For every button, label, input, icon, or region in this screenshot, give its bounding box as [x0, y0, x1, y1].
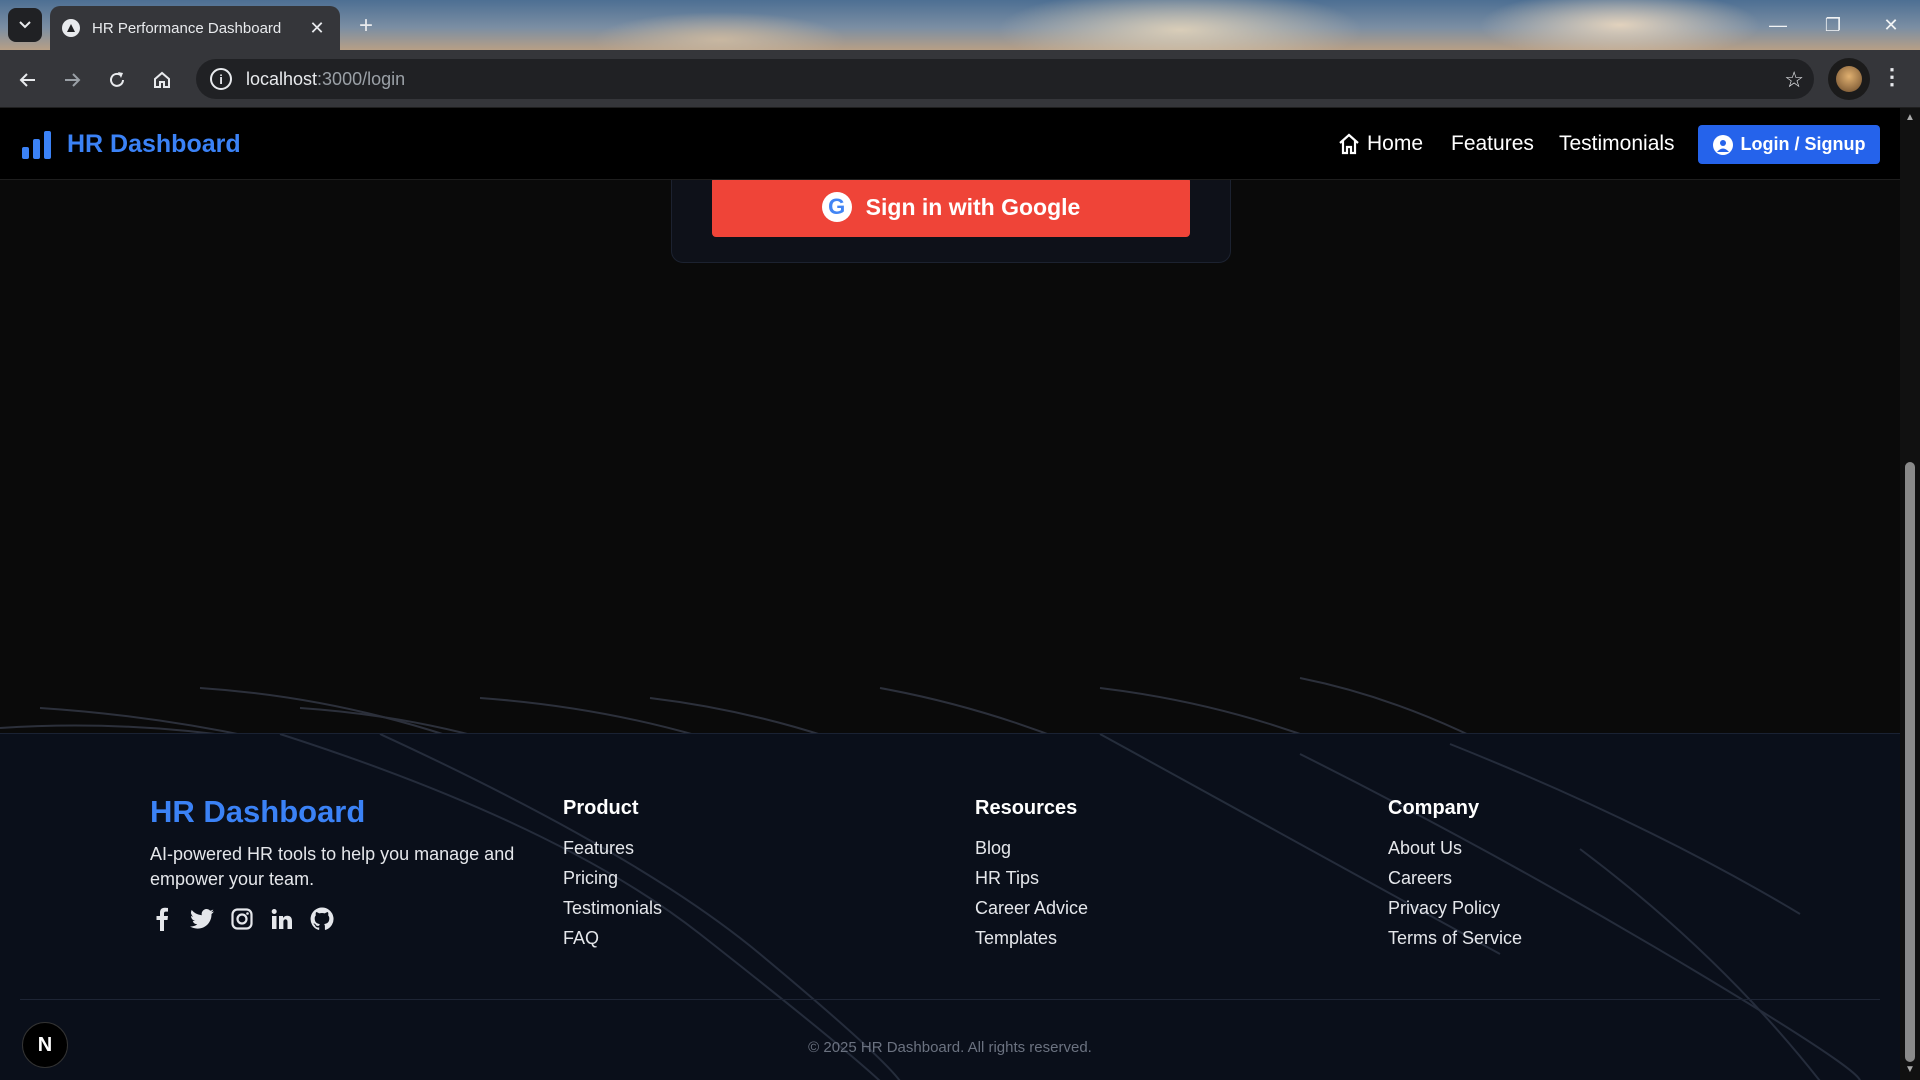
footer-link-privacy-policy[interactable]: Privacy Policy — [1388, 893, 1522, 923]
nav-link-home[interactable]: Home — [1337, 132, 1423, 156]
site-info-icon[interactable]: i — [210, 68, 232, 90]
close-window-icon[interactable]: ✕ — [1871, 10, 1911, 40]
nextjs-dev-badge[interactable]: N — [22, 1022, 68, 1068]
scrollbar-thumb[interactable] — [1905, 462, 1915, 1062]
new-tab-plus-icon[interactable]: + — [352, 12, 380, 40]
nav-link-features[interactable]: Features — [1451, 132, 1534, 156]
footer-column-title: Company — [1388, 797, 1480, 819]
footer-link-blog[interactable]: Blog — [975, 833, 1088, 863]
google-sign-in-label: Sign in with Google — [865, 193, 1081, 220]
site-navbar: HR Dashboard Home Features Testimonials … — [0, 108, 1900, 180]
reload-icon[interactable] — [101, 64, 133, 96]
page-viewport: G Sign in with Google HR Dashboard Home … — [0, 108, 1900, 1080]
navbar-brand-text: HR Dashboard — [67, 130, 241, 158]
scroll-down-arrow-icon[interactable]: ▼ — [1904, 1064, 1916, 1076]
footer-link-hr-tips[interactable]: HR Tips — [975, 863, 1088, 893]
triangle-favicon-icon — [62, 19, 80, 37]
tab-close-icon[interactable]: ✕ — [306, 18, 328, 39]
profile-avatar[interactable] — [1828, 58, 1870, 100]
site-footer: HR Dashboard AI-powered HR tools to help… — [0, 733, 1900, 1080]
footer-column-product: Product Features Pricing Testimonials FA… — [563, 797, 662, 953]
footer-link-features[interactable]: Features — [563, 833, 662, 863]
footer-column-resources: Resources Blog HR Tips Career Advice Tem… — [975, 797, 1088, 953]
footer-link-pricing[interactable]: Pricing — [563, 863, 662, 893]
home-icon — [1339, 133, 1359, 155]
page-scrollbar[interactable]: ▲ ▼ — [1900, 108, 1920, 1080]
bar-chart-icon — [22, 130, 51, 159]
login-signup-button[interactable]: Login / Signup — [1698, 125, 1880, 164]
chevron-down-icon — [19, 21, 31, 29]
address-bar[interactable]: i localhost:3000/login ☆ — [196, 59, 1814, 99]
navbar-brand[interactable]: HR Dashboard — [22, 130, 241, 159]
bookmark-star-icon[interactable]: ☆ — [1784, 67, 1804, 93]
browser-menu-icon[interactable]: ⋮ — [1878, 64, 1906, 96]
github-icon[interactable] — [310, 906, 334, 932]
footer-link-careers[interactable]: Careers — [1388, 863, 1522, 893]
browser-tabstrip: HR Performance Dashboard ✕ + — ❐ ✕ — [0, 0, 1920, 50]
url-text: localhost:3000/login — [246, 68, 406, 89]
footer-link-about-us[interactable]: About Us — [1388, 833, 1522, 863]
twitter-icon[interactable] — [190, 906, 214, 932]
forward-arrow-icon[interactable] — [56, 64, 88, 96]
browser-toolbar: i localhost:3000/login ☆ ⋮ — [0, 50, 1920, 108]
login-signup-label: Login / Signup — [1740, 134, 1866, 154]
footer-column-title: Resources — [975, 797, 1078, 819]
footer-link-career-advice[interactable]: Career Advice — [975, 893, 1088, 923]
social-links — [150, 906, 334, 932]
footer-column-company: Company About Us Careers Privacy Policy … — [1388, 797, 1522, 953]
google-icon: G — [821, 192, 852, 222]
back-arrow-icon[interactable] — [12, 64, 44, 96]
user-circle-icon — [1712, 134, 1733, 155]
scroll-up-arrow-icon[interactable]: ▲ — [1904, 112, 1916, 124]
home-icon[interactable] — [146, 64, 178, 96]
browser-tab[interactable]: HR Performance Dashboard ✕ — [50, 6, 340, 50]
footer-description: AI-powered HR tools to help you manage a… — [150, 844, 515, 889]
footer-brand[interactable]: HR Dashboard — [150, 794, 365, 830]
footer-column-title: Product — [563, 797, 639, 819]
linkedin-icon[interactable] — [270, 906, 294, 932]
facebook-icon[interactable] — [150, 906, 174, 932]
tab-title: HR Performance Dashboard — [92, 19, 282, 37]
footer-link-testimonials[interactable]: Testimonials — [563, 893, 662, 923]
footer-link-faq[interactable]: FAQ — [563, 923, 662, 953]
footer-link-templates[interactable]: Templates — [975, 923, 1088, 953]
restore-icon[interactable]: ❐ — [1813, 10, 1853, 40]
footer-link-terms-of-service[interactable]: Terms of Service — [1388, 923, 1522, 953]
minimize-icon[interactable]: — — [1758, 10, 1798, 40]
instagram-icon[interactable] — [230, 906, 254, 932]
nav-link-testimonials[interactable]: Testimonials — [1559, 132, 1675, 156]
google-sign-in-button[interactable]: G Sign in with Google — [712, 177, 1190, 237]
tab-search-button[interactable] — [8, 8, 42, 42]
footer-divider — [20, 999, 1880, 1000]
copyright-text: © 2025 HR Dashboard. All rights reserved… — [808, 1039, 1092, 1056]
